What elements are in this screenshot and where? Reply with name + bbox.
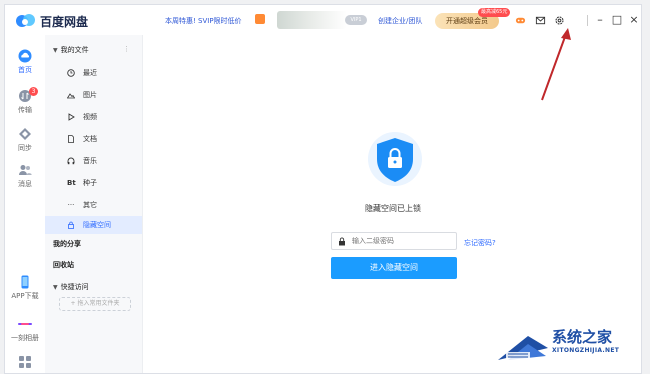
sidebar-label-music: 音乐 <box>83 157 97 165</box>
password-lock-icon <box>339 237 345 246</box>
rail-item-app-download[interactable]: APP下载 <box>5 275 45 301</box>
sidebar-item-recent[interactable]: 最近 <box>45 64 142 82</box>
title-bar: 百度网盘 本周特惠! SVIP限时低价 VIP1 创建企业/团队 开通超级会员 … <box>5 5 641 35</box>
message-icon <box>19 165 32 175</box>
settings-gear-icon[interactable] <box>554 15 565 26</box>
rail-label-home: 首页 <box>18 66 32 74</box>
my-files-label: 我的文件 <box>60 46 89 54</box>
rail-label-sync: 同步 <box>18 144 32 152</box>
sync-icon <box>19 128 31 140</box>
watermark-text-cn: 系统之家 <box>552 328 613 346</box>
quick-access-label: 快捷访问 <box>60 283 89 291</box>
music-icon <box>67 157 75 165</box>
sidebar-label-images: 图片 <box>83 91 97 99</box>
video-icon <box>68 113 75 121</box>
add-folder-dropzone[interactable]: + 拖入常用文件夹 <box>59 297 131 311</box>
secondary-password-input[interactable] <box>331 232 457 250</box>
shield-lock-icon <box>368 132 422 186</box>
lock-icon <box>68 221 74 229</box>
rail-label-transfer: 传输 <box>18 106 32 114</box>
image-icon <box>67 93 75 99</box>
apps-grid-icon[interactable] <box>18 355 32 369</box>
mail-icon[interactable] <box>535 15 546 26</box>
titlebar-divider <box>587 15 588 26</box>
rail-item-transfer[interactable]: 3 传输 <box>5 87 45 115</box>
sidebar-item-documents[interactable]: 文档 <box>45 130 142 148</box>
document-icon <box>68 135 74 143</box>
app-title: 百度网盘 <box>40 15 89 29</box>
bt-icon: Bt <box>67 179 76 187</box>
sidebar-item-other[interactable]: ··· 其它 <box>45 196 142 214</box>
rail-label-message: 消息 <box>18 180 32 188</box>
rail-item-sync[interactable]: 同步 <box>5 127 45 153</box>
avatar[interactable] <box>277 11 347 29</box>
phone-icon <box>21 275 29 289</box>
sidebar-item-torrents[interactable]: Bt 种子 <box>45 174 142 192</box>
locked-status-title: 隐藏空间已上锁 <box>365 204 421 213</box>
collapse-caret-icon: ▼ <box>53 47 58 54</box>
left-rail: 首页 3 传输 同步 消息 APP下载 一刻相册 <box>5 35 45 373</box>
sidebar-label-other: 其它 <box>83 201 97 209</box>
minimize-icon[interactable]: – <box>593 13 607 27</box>
maximize-icon[interactable]: □ <box>610 13 624 27</box>
rail-item-home[interactable]: 首页 <box>5 49 45 75</box>
clock-icon <box>67 69 75 77</box>
close-icon[interactable]: × <box>627 13 641 27</box>
sidebar-more-icon[interactable]: ⋮ <box>123 45 130 53</box>
vip-badge: VIP1 <box>345 15 367 25</box>
my-files-header[interactable]: ▼ 我的文件 <box>53 45 89 55</box>
sidebar-item-music[interactable]: 音乐 <box>45 152 142 170</box>
forgot-password-link[interactable]: 忘记密码? <box>464 238 496 248</box>
promo-link[interactable]: 本周特惠! SVIP限时低价 <box>165 16 242 26</box>
enter-hidden-space-button[interactable]: 进入隐藏空间 <box>331 257 457 279</box>
sidebar-label-documents: 文档 <box>83 135 97 143</box>
sidebar-item-hidden-space[interactable]: 隐藏空间 <box>45 216 142 234</box>
my-share-link[interactable]: 我的分享 <box>53 239 81 249</box>
rail-label-app-download: APP下载 <box>11 292 39 300</box>
sidebar: ▼ 我的文件 ⋮ 最近 图片 视频 文档 音乐 Bt 种子 ··· 其它 隐藏空… <box>45 35 143 373</box>
sidebar-label-videos: 视频 <box>83 113 97 121</box>
sidebar-label-hidden-space: 隐藏空间 <box>83 221 111 229</box>
cloud-icon <box>18 49 32 63</box>
gift-icon[interactable] <box>255 14 265 24</box>
collapse-caret-icon: ▼ <box>53 284 58 291</box>
sidebar-item-videos[interactable]: 视频 <box>45 108 142 126</box>
quick-access-header[interactable]: ▼ 快捷访问 <box>53 282 89 292</box>
album-icon <box>18 323 32 325</box>
watermark-text-en: XITONGZHIJIA.NET <box>552 347 620 354</box>
more-icon: ··· <box>67 201 75 209</box>
background-right <box>642 0 650 374</box>
rail-label-album: 一刻相册 <box>11 334 39 342</box>
sidebar-item-images[interactable]: 图片 <box>45 86 142 104</box>
transfer-count-badge: 3 <box>29 87 38 96</box>
create-team-link[interactable]: 创建企业/团队 <box>378 16 422 26</box>
rail-item-album[interactable]: 一刻相册 <box>5 317 45 343</box>
baidu-netdisk-logo-icon <box>16 14 35 27</box>
app-window: 百度网盘 本周特惠! SVIP限时低价 VIP1 创建企业/团队 开通超级会员 … <box>4 4 642 374</box>
sidebar-label-recent: 最近 <box>83 69 97 77</box>
game-icon[interactable] <box>515 15 526 26</box>
rail-item-message[interactable]: 消息 <box>5 163 45 189</box>
svip-discount-tag: 最高减65元 <box>478 8 511 17</box>
sidebar-label-torrents: 种子 <box>83 179 97 187</box>
recycle-bin-link[interactable]: 回收站 <box>53 260 74 270</box>
